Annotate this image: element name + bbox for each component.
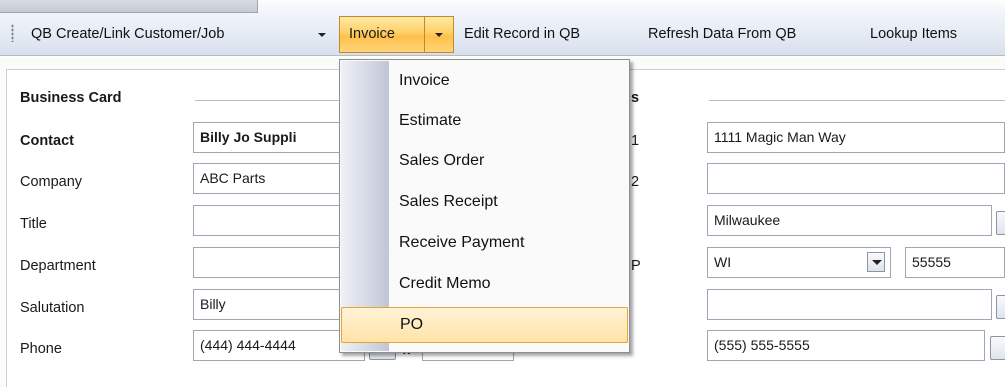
invoice-button-label: Invoice [349,26,395,42]
address-rule [709,100,1005,101]
company-label: Company [20,174,83,190]
invoice-split-button[interactable]: Invoice [339,16,454,53]
edit-record-label: Edit Record in QB [464,26,581,42]
address-line2-label-fragment: 2 [631,174,640,190]
company-field[interactable]: ABC Parts [193,163,343,194]
state-zip-label-fragment: P [631,258,641,274]
address-line1-label-fragment: 1 [631,133,640,149]
menu-item-receive-payment[interactable]: Receive Payment [341,226,628,260]
chevron-down-icon [872,260,882,265]
department-label: Department [20,258,96,274]
business-card-rule [195,100,341,101]
qb-create-chevron-down-icon[interactable] [318,33,326,37]
menu-item-invoice[interactable]: Invoice [341,64,628,98]
contact-label: Contact [20,133,74,149]
tab-strip [0,0,258,13]
address-heading-fragment: s [631,90,640,106]
toolbar-grip-handle[interactable] [11,24,14,42]
edit-record-button[interactable]: Edit Record in QB [464,23,580,45]
zip-field[interactable]: 55555 [905,247,1005,278]
split-separator [424,17,425,52]
fax-field[interactable]: (555) 555-5555 [707,330,985,361]
state-dropdown-button[interactable] [867,252,885,272]
toolbar: QB Create/Link Customer/Job Invoice Edit… [0,0,1005,56]
contact-field[interactable]: Billy Jo Suppli [193,122,343,153]
invoice-dropdown-menu: Invoice Estimate Sales Order Sales Recei… [339,59,630,353]
menu-item-sales-receipt[interactable]: Sales Receipt [341,185,628,219]
refresh-data-button[interactable]: Refresh Data From QB [648,23,796,45]
salutation-field[interactable]: Billy [193,289,343,320]
invoice-chevron-down-icon[interactable] [435,33,443,37]
qb-create-link-label: QB Create/Link Customer/Job [31,26,225,42]
business-card-heading: Business Card [20,90,122,106]
menu-item-po[interactable]: PO [341,307,628,343]
title-label: Title [20,216,47,232]
title-field[interactable] [193,205,343,236]
city-button-partial[interactable] [996,211,1005,235]
address-line1-field[interactable]: 1111 Magic Man Way [707,122,1005,153]
lookup-items-button[interactable]: Lookup Items [870,23,957,45]
menu-item-estimate[interactable]: Estimate [341,104,628,138]
department-field[interactable] [193,247,343,278]
city-field[interactable]: Milwaukee [707,205,992,236]
country-field[interactable] [707,289,992,320]
menu-item-credit-memo[interactable]: Credit Memo [341,267,628,301]
refresh-data-label: Refresh Data From QB [648,26,797,42]
lookup-items-label: Lookup Items [870,26,958,42]
fax-more-button-partial[interactable] [990,336,1005,360]
address-line2-field[interactable] [707,163,1005,194]
phone-label: Phone [20,341,62,357]
qb-create-link-button[interactable]: QB Create/Link Customer/Job [31,23,224,45]
state-select[interactable]: WI [707,247,891,278]
salutation-label: Salutation [20,300,85,316]
menu-item-sales-order[interactable]: Sales Order [341,144,628,178]
country-button-partial[interactable] [996,295,1005,319]
